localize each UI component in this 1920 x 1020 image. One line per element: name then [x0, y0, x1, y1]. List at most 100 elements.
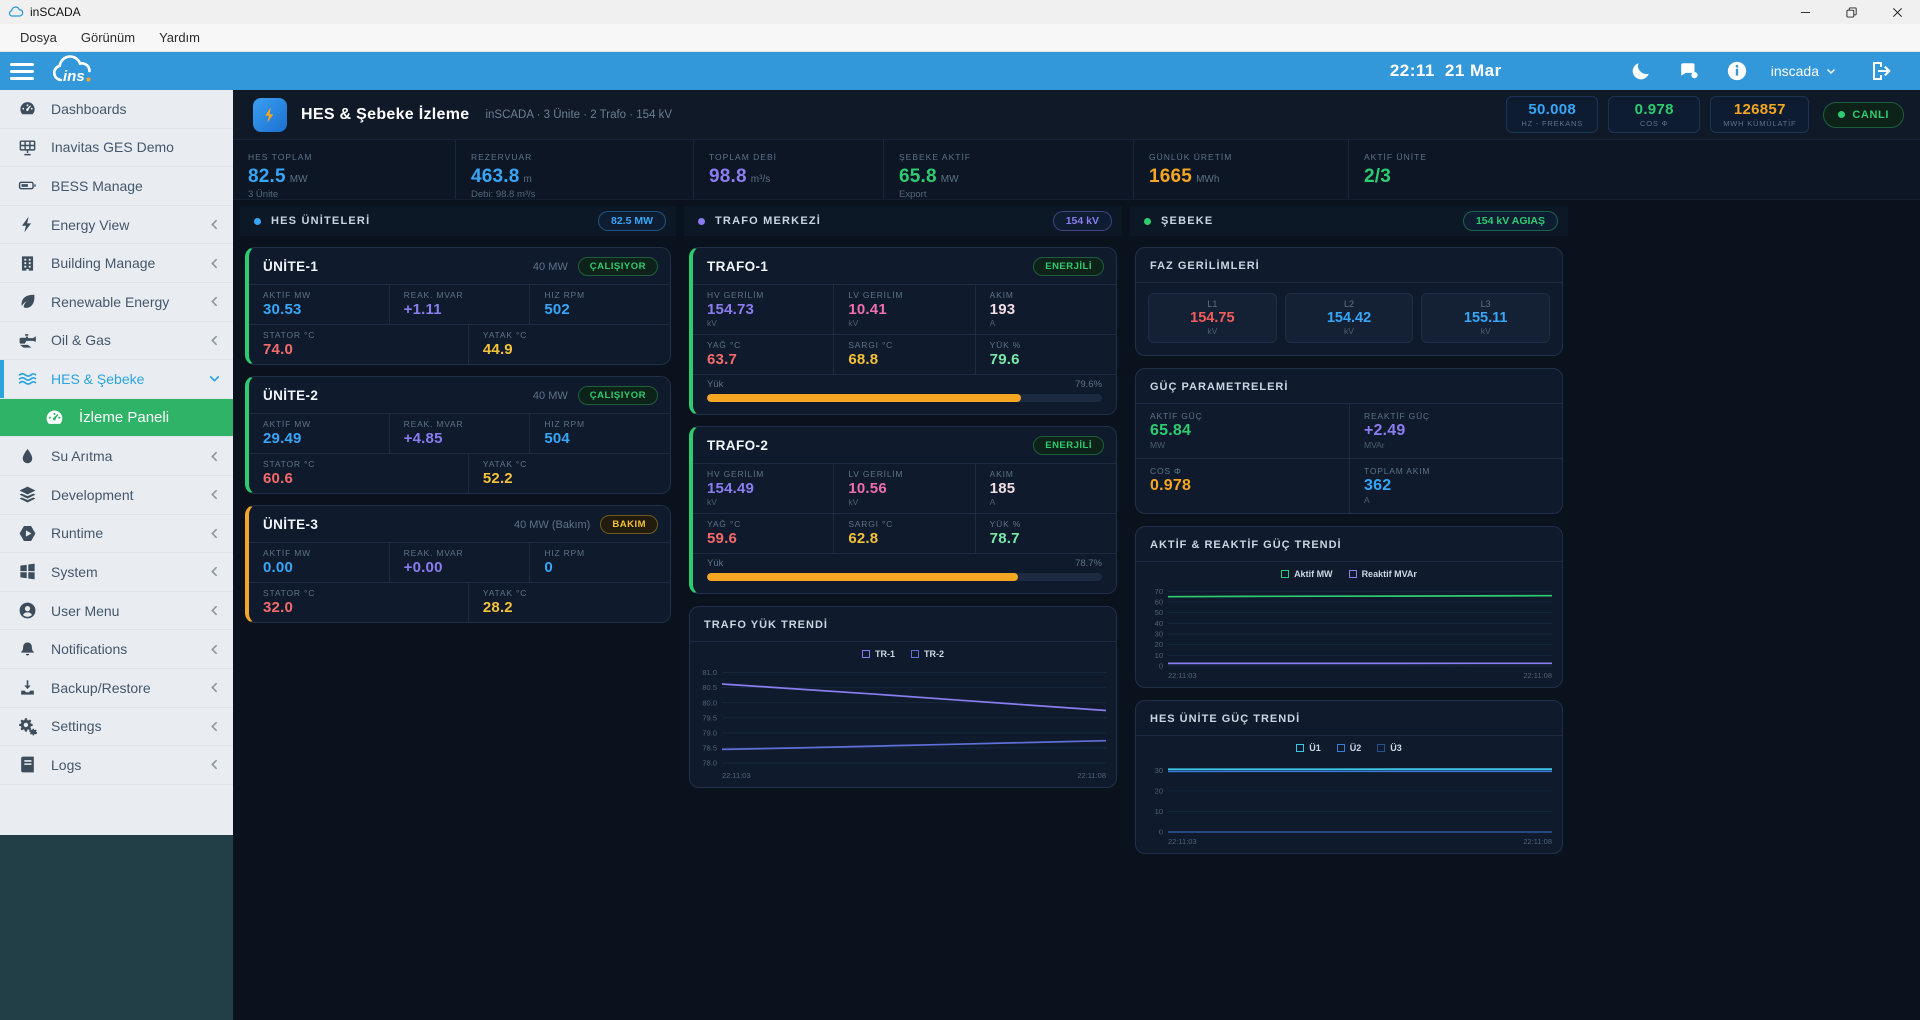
metric-cell: SARGI °C 68.8	[833, 335, 974, 374]
kpi-label: GÜNLÜK ÜRETİM	[1149, 152, 1233, 162]
load-label: Yük	[707, 558, 724, 569]
logout-icon[interactable]	[1869, 59, 1893, 83]
section-dot	[698, 217, 705, 225]
live-status-badge: CANLI	[1823, 101, 1904, 128]
chart-title: AKTİF & REAKTİF GÜÇ TRENDİ	[1150, 539, 1342, 551]
sidebar-item-bess-manage[interactable]: BESS Manage	[0, 167, 233, 206]
legend-label: Ü1	[1309, 743, 1321, 753]
metric-cell: SARGI °C 62.8	[833, 514, 974, 553]
sidebar-item-label: Oil & Gas	[51, 332, 111, 349]
kpi-stats-row: HES TOPLAM 82.5 MW 3 Ünite REZERVUAR 463.…	[233, 140, 1920, 200]
sidebar-item-hes-ebeke[interactable]: HES & Şebeke	[0, 360, 233, 399]
phase-voltage-box-l3: L3 155.11 kV	[1421, 293, 1551, 343]
sidebar-item-development[interactable]: Development	[0, 476, 233, 515]
sidebar-item-logs[interactable]: Logs	[0, 746, 233, 785]
section-dot	[1144, 217, 1151, 225]
legend-item-3[interactable]: Ü3	[1377, 743, 1402, 753]
restore-button[interactable]	[1828, 0, 1874, 24]
menu-item-dosya[interactable]: Dosya	[10, 26, 67, 49]
svg-text:20: 20	[1155, 786, 1163, 795]
legend-item-1[interactable]: Ü1	[1296, 743, 1321, 753]
sidebar-item-su-ar-tma[interactable]: Su Arıtma	[0, 437, 233, 476]
svg-text:78.0: 78.0	[702, 759, 717, 768]
close-button[interactable]	[1874, 0, 1920, 24]
chip-label: MWH KÜMÜLATİF	[1723, 119, 1797, 128]
metric-label: AKIM	[989, 290, 1014, 300]
phase-unit: kV	[1207, 326, 1218, 336]
sidebar-item-user-menu[interactable]: User Menu	[0, 592, 233, 631]
kpi-unit: m	[523, 174, 532, 185]
sidebar-item-notifications[interactable]: Notifications	[0, 630, 233, 669]
chat-icon[interactable]	[1678, 60, 1700, 82]
load-percent: 79.6%	[1075, 379, 1102, 390]
page-subtitle: inSCADA · 3 Ünite · 2 Trafo · 154 kV	[485, 108, 673, 121]
header-stat-chip: 50.008 HZ - FREKANS	[1506, 96, 1599, 133]
menu-item-yard-m[interactable]: Yardım	[149, 26, 210, 49]
sidebar-item-renewable-energy[interactable]: Renewable Energy	[0, 283, 233, 322]
sidebar-item-settings[interactable]: Settings	[0, 708, 233, 747]
sidebar-item-energy-view[interactable]: Energy View	[0, 206, 233, 245]
gears-icon	[18, 717, 37, 736]
hamburger-menu-icon[interactable]	[10, 58, 40, 84]
dark-mode-moon-icon[interactable]	[1630, 60, 1652, 82]
metric-value: +1.11	[403, 301, 442, 318]
metric-label: REAK. MVAR	[403, 419, 464, 429]
kpi-unit: MWh	[1196, 174, 1220, 185]
menu-item-g-r-n-m[interactable]: Görünüm	[71, 26, 145, 49]
sidebar-item-inavitas-ges-demo[interactable]: Inavitas GES Demo	[0, 129, 233, 168]
metric-unit	[1150, 495, 1339, 505]
status-badge: BAKIM	[600, 515, 658, 534]
metric-label: AKIM	[989, 469, 1014, 479]
sidebar-item-label: Inavitas GES Demo	[51, 139, 174, 156]
info-icon[interactable]	[1726, 60, 1748, 82]
metric-cell: YÜK % 78.7	[974, 514, 1116, 553]
metric-cell: AKTİF MW 29.49	[249, 414, 389, 453]
sidebar-item-dashboards[interactable]: Dashboards	[0, 90, 233, 129]
chart-title: HES ÜNİTE GÜÇ TRENDİ	[1150, 713, 1301, 725]
metric-cell: REAK. MVAR +4.85	[388, 414, 530, 453]
legend-item-aktif-mw[interactable]: Aktif MW	[1281, 569, 1333, 579]
metric-label: AKTİF MW	[263, 419, 311, 429]
section-badge: 154 kV AGIAŞ	[1462, 211, 1558, 231]
metric-value: 74.0	[263, 341, 293, 358]
sidebar-item-building-manage[interactable]: Building Manage	[0, 244, 233, 283]
metric-cell: HIZ RPM 504	[529, 414, 670, 453]
sidebar-item-system[interactable]: System	[0, 553, 233, 592]
logs-icon	[18, 755, 37, 774]
section-header-grid: ŞEBEKE 154 kV AGIAŞ	[1130, 206, 1568, 236]
phase-voltage-box-l2: L2 154.42 kV	[1284, 293, 1414, 343]
metric-label: COS Φ	[1150, 466, 1182, 476]
metric-value: 60.6	[263, 470, 293, 487]
legend-item-reaktif-mvar[interactable]: Reaktif MVAr	[1348, 569, 1417, 579]
leaf-icon	[18, 292, 37, 311]
sidebar-item-runtime[interactable]: Runtime	[0, 515, 233, 554]
chevron-icon	[208, 334, 221, 347]
svg-text:40: 40	[1155, 619, 1163, 628]
metric-value: 0.00	[263, 559, 293, 576]
unit-capacity: 40 MW	[532, 260, 568, 273]
metric-cell: HIZ RPM 0	[529, 543, 670, 582]
sidebar-item-label: Renewable Energy	[51, 293, 170, 310]
legend-item-tr-1[interactable]: TR-1	[862, 649, 895, 659]
legend-item-2[interactable]: Ü2	[1336, 743, 1361, 753]
svg-text:22:11:03: 22:11:03	[722, 771, 751, 780]
unit-capacity: 40 MW (Bakım)	[513, 518, 591, 531]
user-menu-dropdown[interactable]: inscada	[1771, 63, 1837, 79]
svg-text:70: 70	[1155, 587, 1163, 596]
sidebar-item-i-zleme-paneli[interactable]: İzleme Paneli	[0, 398, 233, 438]
svg-text:79.5: 79.5	[702, 713, 717, 722]
section-title: TRAFO MERKEZİ	[715, 215, 822, 227]
kpi-stat: GÜNLÜK ÜRETİM 1665 MWh	[1133, 140, 1348, 199]
metric-value: 28.2	[482, 599, 513, 616]
svg-text:22:11:08: 22:11:08	[1077, 771, 1106, 780]
chevron-icon	[208, 604, 221, 617]
windows-icon	[18, 562, 37, 581]
sidebar-item-backup-restore[interactable]: Backup/Restore	[0, 669, 233, 708]
status-badge: ÇALIŞIYOR	[577, 257, 658, 276]
legend-item-tr-2[interactable]: TR-2	[911, 649, 944, 659]
minimize-button[interactable]	[1782, 0, 1828, 24]
kpi-stat: TOPLAM DEBİ 98.8 m³/s	[693, 140, 883, 199]
water-drop-icon	[18, 447, 37, 466]
user-icon	[18, 601, 37, 620]
sidebar-item-oil-gas[interactable]: Oil & Gas	[0, 322, 233, 361]
